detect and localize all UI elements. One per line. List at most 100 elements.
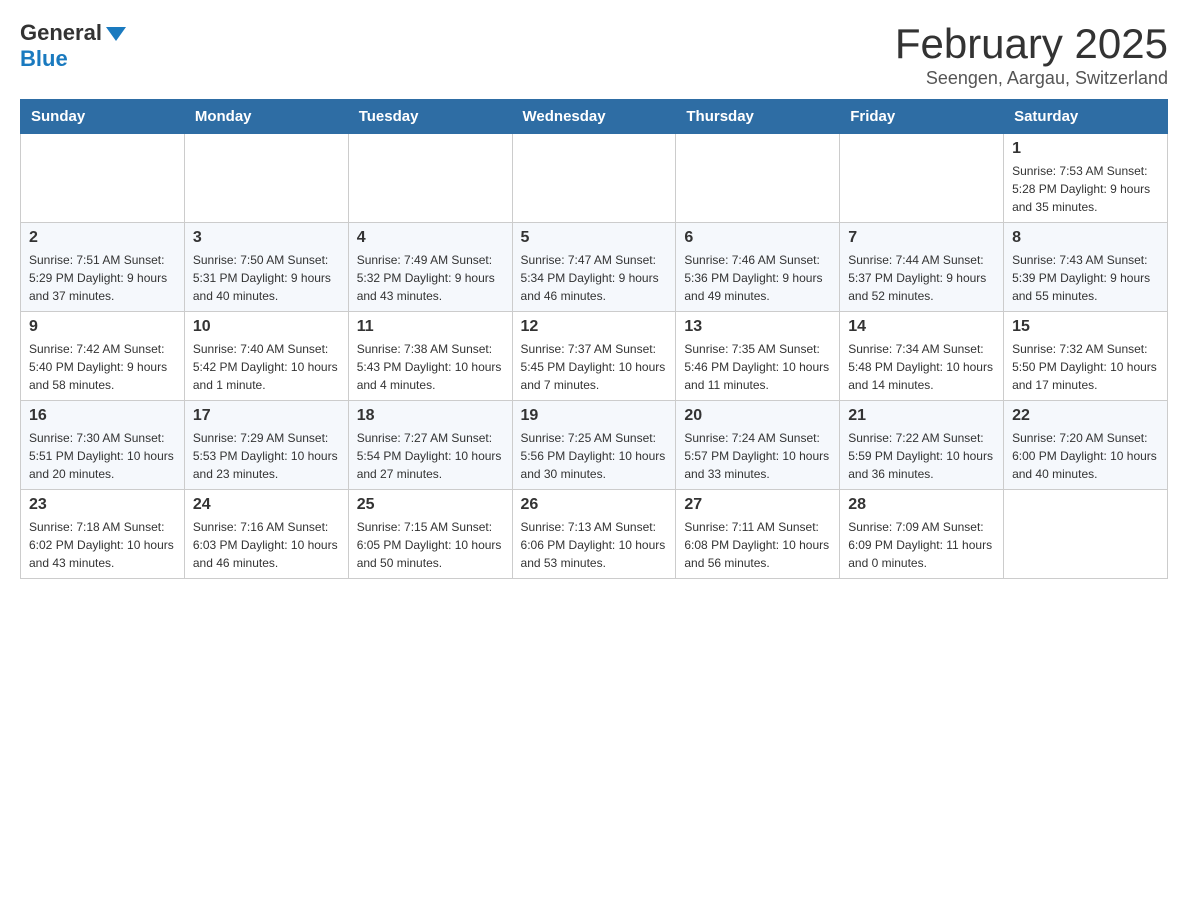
day-info: Sunrise: 7:47 AM Sunset: 5:34 PM Dayligh…	[521, 251, 668, 305]
day-number: 27	[684, 496, 831, 514]
day-info: Sunrise: 7:11 AM Sunset: 6:08 PM Dayligh…	[684, 518, 831, 572]
day-info: Sunrise: 7:49 AM Sunset: 5:32 PM Dayligh…	[357, 251, 504, 305]
location-subtitle: Seengen, Aargau, Switzerland	[895, 68, 1168, 89]
calendar-cell	[840, 134, 1004, 223]
calendar-cell	[21, 134, 185, 223]
logo-general-text: General	[20, 20, 126, 46]
day-number: 10	[193, 318, 340, 336]
calendar-cell: 10 Sunrise: 7:40 AM Sunset: 5:42 PM Dayli…	[184, 312, 348, 401]
day-info: Sunrise: 7:38 AM Sunset: 5:43 PM Dayligh…	[357, 340, 504, 394]
calendar-week-row: 2 Sunrise: 7:51 AM Sunset: 5:29 PM Daylig…	[21, 223, 1168, 312]
day-number: 16	[29, 407, 176, 425]
day-info: Sunrise: 7:25 AM Sunset: 5:56 PM Dayligh…	[521, 429, 668, 483]
calendar-cell: 4 Sunrise: 7:49 AM Sunset: 5:32 PM Daylig…	[348, 223, 512, 312]
calendar-cell: 7Sunrise: 7:44 AM Sunset: 5:37 PM Daylig…	[840, 223, 1004, 312]
calendar-week-row: 16 Sunrise: 7:30 AM Sunset: 5:51 PM Dayli…	[21, 401, 1168, 490]
calendar-cell: 22 Sunrise: 7:20 AM Sunset: 6:00 PM Dayli…	[1004, 401, 1168, 490]
calendar-cell: 26 Sunrise: 7:13 AM Sunset: 6:06 PM Dayli…	[512, 490, 676, 579]
day-info: Sunrise: 7:15 AM Sunset: 6:05 PM Dayligh…	[357, 518, 504, 572]
logo-general-label: General	[20, 20, 102, 46]
day-number: 15	[1012, 318, 1159, 336]
day-number: 5	[521, 229, 668, 247]
calendar-cell: 9 Sunrise: 7:42 AM Sunset: 5:40 PM Daylig…	[21, 312, 185, 401]
calendar-cell: 19Sunrise: 7:25 AM Sunset: 5:56 PM Dayli…	[512, 401, 676, 490]
calendar-cell: 8 Sunrise: 7:43 AM Sunset: 5:39 PM Daylig…	[1004, 223, 1168, 312]
calendar-cell: 2 Sunrise: 7:51 AM Sunset: 5:29 PM Daylig…	[21, 223, 185, 312]
calendar-cell: 18 Sunrise: 7:27 AM Sunset: 5:54 PM Dayli…	[348, 401, 512, 490]
day-number: 14	[848, 318, 995, 336]
day-info: Sunrise: 7:46 AM Sunset: 5:36 PM Dayligh…	[684, 251, 831, 305]
calendar-cell: 13Sunrise: 7:35 AM Sunset: 5:46 PM Dayli…	[676, 312, 840, 401]
day-info: Sunrise: 7:43 AM Sunset: 5:39 PM Dayligh…	[1012, 251, 1159, 305]
day-info: Sunrise: 7:51 AM Sunset: 5:29 PM Dayligh…	[29, 251, 176, 305]
day-number: 2	[29, 229, 176, 247]
day-number: 26	[521, 496, 668, 514]
day-number: 28	[848, 496, 995, 514]
calendar-cell: 1 Sunrise: 7:53 AM Sunset: 5:28 PM Daylig…	[1004, 134, 1168, 223]
day-info: Sunrise: 7:40 AM Sunset: 5:42 PM Dayligh…	[193, 340, 340, 394]
calendar-week-row: 1 Sunrise: 7:53 AM Sunset: 5:28 PM Daylig…	[21, 134, 1168, 223]
weekday-header-saturday: Saturday	[1004, 100, 1168, 134]
title-block: February 2025 Seengen, Aargau, Switzerla…	[895, 20, 1168, 89]
day-number: 3	[193, 229, 340, 247]
calendar-cell: 21 Sunrise: 7:22 AM Sunset: 5:59 PM Dayli…	[840, 401, 1004, 490]
day-number: 4	[357, 229, 504, 247]
day-number: 11	[357, 318, 504, 336]
day-number: 18	[357, 407, 504, 425]
weekday-header-thursday: Thursday	[676, 100, 840, 134]
day-info: Sunrise: 7:29 AM Sunset: 5:53 PM Dayligh…	[193, 429, 340, 483]
day-number: 17	[193, 407, 340, 425]
logo-blue-label: Blue	[20, 46, 68, 72]
day-info: Sunrise: 7:22 AM Sunset: 5:59 PM Dayligh…	[848, 429, 995, 483]
calendar-cell	[1004, 490, 1168, 579]
logo: General Blue	[20, 20, 126, 72]
day-number: 24	[193, 496, 340, 514]
day-number: 22	[1012, 407, 1159, 425]
calendar-cell: 3 Sunrise: 7:50 AM Sunset: 5:31 PM Daylig…	[184, 223, 348, 312]
calendar-cell: 14 Sunrise: 7:34 AM Sunset: 5:48 PM Dayli…	[840, 312, 1004, 401]
weekday-header-monday: Monday	[184, 100, 348, 134]
calendar-header-row: SundayMondayTuesdayWednesdayThursdayFrid…	[21, 100, 1168, 134]
calendar-week-row: 9 Sunrise: 7:42 AM Sunset: 5:40 PM Daylig…	[21, 312, 1168, 401]
calendar-cell	[348, 134, 512, 223]
day-number: 23	[29, 496, 176, 514]
calendar-cell: 12Sunrise: 7:37 AM Sunset: 5:45 PM Dayli…	[512, 312, 676, 401]
day-number: 8	[1012, 229, 1159, 247]
calendar-cell: 11 Sunrise: 7:38 AM Sunset: 5:43 PM Dayli…	[348, 312, 512, 401]
calendar-cell: 23 Sunrise: 7:18 AM Sunset: 6:02 PM Dayli…	[21, 490, 185, 579]
day-info: Sunrise: 7:44 AM Sunset: 5:37 PM Dayligh…	[848, 251, 995, 305]
month-title: February 2025	[895, 20, 1168, 68]
calendar-cell: 27 Sunrise: 7:11 AM Sunset: 6:08 PM Dayli…	[676, 490, 840, 579]
day-number: 9	[29, 318, 176, 336]
calendar-cell: 15 Sunrise: 7:32 AM Sunset: 5:50 PM Dayli…	[1004, 312, 1168, 401]
weekday-header-friday: Friday	[840, 100, 1004, 134]
logo-arrow-icon	[106, 27, 126, 41]
day-number: 1	[1012, 140, 1159, 158]
day-info: Sunrise: 7:50 AM Sunset: 5:31 PM Dayligh…	[193, 251, 340, 305]
day-number: 21	[848, 407, 995, 425]
day-number: 25	[357, 496, 504, 514]
day-info: Sunrise: 7:30 AM Sunset: 5:51 PM Dayligh…	[29, 429, 176, 483]
calendar-cell	[184, 134, 348, 223]
day-info: Sunrise: 7:53 AM Sunset: 5:28 PM Dayligh…	[1012, 162, 1159, 216]
day-info: Sunrise: 7:32 AM Sunset: 5:50 PM Dayligh…	[1012, 340, 1159, 394]
day-info: Sunrise: 7:42 AM Sunset: 5:40 PM Dayligh…	[29, 340, 176, 394]
calendar-cell	[512, 134, 676, 223]
calendar-cell: 24 Sunrise: 7:16 AM Sunset: 6:03 PM Dayli…	[184, 490, 348, 579]
calendar-table: SundayMondayTuesdayWednesdayThursdayFrid…	[20, 99, 1168, 579]
calendar-cell: 17 Sunrise: 7:29 AM Sunset: 5:53 PM Dayli…	[184, 401, 348, 490]
day-info: Sunrise: 7:18 AM Sunset: 6:02 PM Dayligh…	[29, 518, 176, 572]
day-info: Sunrise: 7:16 AM Sunset: 6:03 PM Dayligh…	[193, 518, 340, 572]
calendar-cell: 16 Sunrise: 7:30 AM Sunset: 5:51 PM Dayli…	[21, 401, 185, 490]
weekday-header-wednesday: Wednesday	[512, 100, 676, 134]
day-number: 20	[684, 407, 831, 425]
day-info: Sunrise: 7:34 AM Sunset: 5:48 PM Dayligh…	[848, 340, 995, 394]
day-info: Sunrise: 7:27 AM Sunset: 5:54 PM Dayligh…	[357, 429, 504, 483]
day-number: 6	[684, 229, 831, 247]
page-header: General Blue February 2025 Seengen, Aarg…	[20, 20, 1168, 89]
calendar-cell: 20Sunrise: 7:24 AM Sunset: 5:57 PM Dayli…	[676, 401, 840, 490]
calendar-cell: 5 Sunrise: 7:47 AM Sunset: 5:34 PM Daylig…	[512, 223, 676, 312]
day-info: Sunrise: 7:13 AM Sunset: 6:06 PM Dayligh…	[521, 518, 668, 572]
day-info: Sunrise: 7:20 AM Sunset: 6:00 PM Dayligh…	[1012, 429, 1159, 483]
calendar-cell: 6 Sunrise: 7:46 AM Sunset: 5:36 PM Daylig…	[676, 223, 840, 312]
